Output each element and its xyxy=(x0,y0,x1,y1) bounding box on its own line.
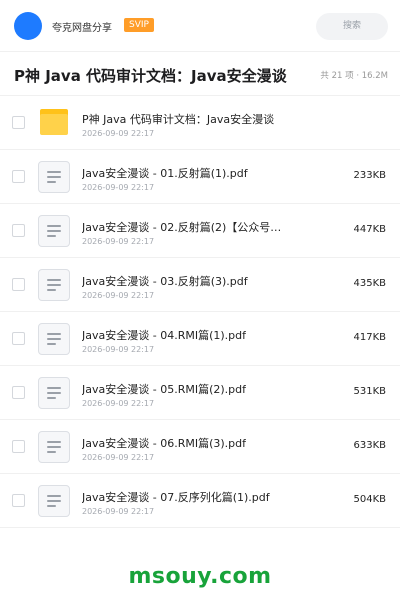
item-date: 2026-09-09 22:17 xyxy=(82,345,155,354)
user-name: 夸克网盘分享 xyxy=(52,23,112,34)
select-checkbox[interactable] xyxy=(12,116,25,129)
item-date: 2026-09-09 22:17 xyxy=(82,507,155,516)
select-checkbox[interactable] xyxy=(12,386,25,399)
select-checkbox[interactable] xyxy=(12,494,25,507)
avatar[interactable] xyxy=(14,12,42,40)
select-checkbox[interactable] xyxy=(12,278,25,291)
item-date: 2026-09-09 22:17 xyxy=(82,237,155,246)
item-date: 2026-09-09 22:17 xyxy=(82,129,155,138)
watermark-text: msouy.com xyxy=(128,564,272,589)
item-date: 2026-09-09 22:17 xyxy=(82,399,155,408)
item-size: 447KB xyxy=(353,224,386,235)
document-icon xyxy=(38,269,70,301)
document-icon xyxy=(38,215,70,247)
item-name: Java安全漫谈 - 02.反射篇(2)【公众号：… xyxy=(82,221,290,234)
item-name: Java安全漫谈 - 04.RMI篇(1).pdf xyxy=(82,329,246,342)
item-size: 417KB xyxy=(353,332,386,343)
select-checkbox[interactable] xyxy=(12,224,25,237)
item-size: 633KB xyxy=(353,440,386,451)
header: 夸克网盘分享 SVIP 搜索 xyxy=(0,0,400,52)
item-size: 233KB xyxy=(353,170,386,181)
list-item[interactable]: Java安全漫谈 - 04.RMI篇(1).pdf 2026-09-09 22:… xyxy=(0,312,400,366)
item-name: Java安全漫谈 - 01.反射篇(1).pdf xyxy=(82,167,248,180)
list-item[interactable]: Java安全漫谈 - 01.反射篇(1).pdf 2026-09-09 22:1… xyxy=(0,150,400,204)
item-date: 2026-09-09 22:17 xyxy=(82,453,155,462)
item-date: 2026-09-09 22:17 xyxy=(82,291,155,300)
item-name: Java安全漫谈 - 07.反序列化篇(1).pdf xyxy=(82,491,270,504)
list-item[interactable]: Java安全漫谈 - 06.RMI篇(3).pdf 2026-09-09 22:… xyxy=(0,420,400,474)
search-input[interactable]: 搜索 xyxy=(316,13,388,40)
item-size: 504KB xyxy=(353,494,386,505)
item-name: Java安全漫谈 - 03.反射篇(3).pdf xyxy=(82,275,248,288)
svip-badge: SVIP xyxy=(124,18,154,32)
title-bar: P神 Java 代码审计文档：Java安全漫谈 共 21 项 · 16.2M xyxy=(0,52,400,96)
list-item[interactable]: Java安全漫谈 - 02.反射篇(2)【公众号：… 2026-09-09 22… xyxy=(0,204,400,258)
folder-meta: 共 21 项 · 16.2M xyxy=(320,71,388,81)
item-name: Java安全漫谈 - 05.RMI篇(2).pdf xyxy=(82,383,246,396)
select-checkbox[interactable] xyxy=(12,170,25,183)
item-name: Java安全漫谈 - 06.RMI篇(3).pdf xyxy=(82,437,246,450)
select-checkbox[interactable] xyxy=(12,440,25,453)
item-date: 2026-09-09 22:17 xyxy=(82,183,155,192)
document-icon xyxy=(38,485,70,517)
list-item[interactable]: Java安全漫谈 - 05.RMI篇(2).pdf 2026-09-09 22:… xyxy=(0,366,400,420)
file-list: P神 Java 代码审计文档：Java安全漫谈 2026-09-09 22:17… xyxy=(0,96,400,528)
list-item[interactable]: P神 Java 代码审计文档：Java安全漫谈 2026-09-09 22:17 xyxy=(0,96,400,150)
folder-icon xyxy=(40,109,68,135)
document-icon xyxy=(38,323,70,355)
page-title: P神 Java 代码审计文档：Java安全漫谈 xyxy=(14,67,287,85)
document-icon xyxy=(38,431,70,463)
document-icon xyxy=(38,161,70,193)
document-icon xyxy=(38,377,70,409)
list-item[interactable]: Java安全漫谈 - 07.反序列化篇(1).pdf 2026-09-09 22… xyxy=(0,474,400,528)
item-size: 531KB xyxy=(353,386,386,397)
item-name: P神 Java 代码审计文档：Java安全漫谈 xyxy=(82,113,275,126)
item-size: 435KB xyxy=(353,278,386,289)
select-checkbox[interactable] xyxy=(12,332,25,345)
list-item[interactable]: Java安全漫谈 - 03.反射篇(3).pdf 2026-09-09 22:1… xyxy=(0,258,400,312)
